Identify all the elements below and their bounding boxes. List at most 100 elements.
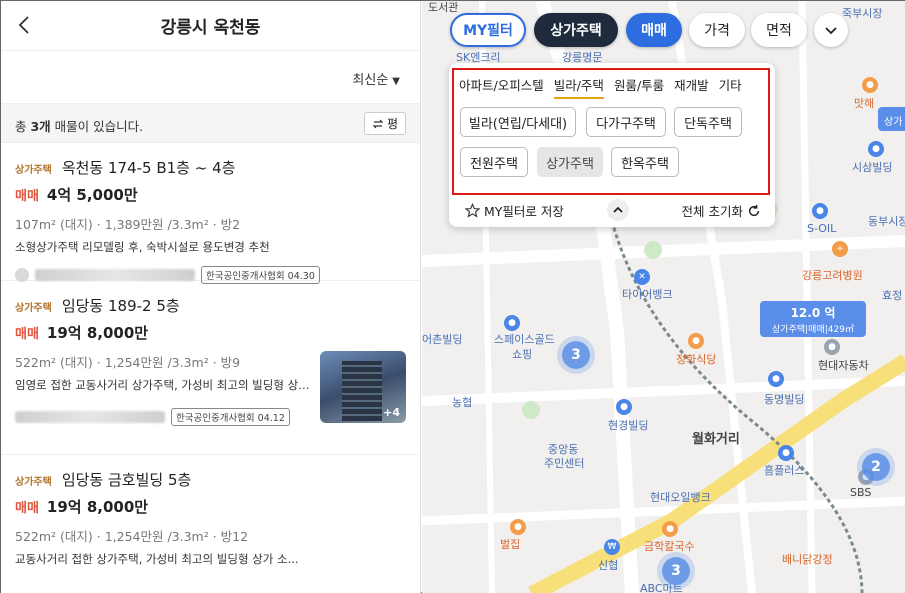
caret-down-icon: ▼	[392, 76, 400, 87]
listing-address: 임당동 금호빌딩 5층	[61, 471, 192, 489]
map-label: 현경빌딩	[608, 419, 649, 432]
area-filter-chip[interactable]: 면적	[751, 13, 807, 47]
collapse-button[interactable]	[607, 199, 629, 221]
map-label: S-OIL	[807, 222, 837, 235]
pill-commercial-house[interactable]: 상가주택	[537, 147, 603, 177]
pill-multi-family[interactable]: 다가구주택	[586, 107, 666, 137]
reset-all-button[interactable]: 전체 초기화	[682, 201, 761, 220]
sort-dropdown[interactable]: 최신순 ▼	[352, 69, 400, 88]
listing-item[interactable]: 상가주택 임당동 금호빌딩 5층 매매 19억 8,000만 522m² (대지) …	[1, 455, 420, 593]
listing-cluster[interactable]: 2	[862, 453, 890, 481]
pill-hanok[interactable]: 한옥주택	[611, 147, 679, 177]
map-label: 도서관	[428, 1, 459, 14]
listing-desc: 교동사거리 접한 상가주택, 가성비 최고의 빌딩형 상가 소...	[15, 552, 299, 566]
page-title: 강릉시 옥천동	[160, 18, 261, 38]
map-label: 월화거리	[692, 432, 740, 447]
chevron-down-icon	[825, 27, 837, 35]
map-label: 현대오일뱅크	[650, 491, 711, 504]
my-filter-chip[interactable]: MY필터	[450, 13, 526, 47]
association-badge: 한국공인중개사협회 04.12	[171, 408, 290, 426]
listing-tag: 상가주택	[15, 303, 52, 314]
map-label: 맛해	[854, 97, 875, 110]
refresh-icon	[748, 204, 760, 216]
shopping-icon[interactable]: ●	[778, 445, 794, 461]
panel-header: 강릉시 옥천동	[1, 1, 420, 51]
hospital-icon[interactable]: +	[832, 241, 848, 257]
building-icon[interactable]: ●	[868, 141, 884, 157]
restaurant-icon[interactable]: ●	[662, 521, 678, 537]
map-label: 시삼빌딩	[852, 161, 893, 174]
building-icon[interactable]: ●	[504, 315, 520, 331]
listing-cluster[interactable]: 3	[562, 341, 590, 369]
restaurant-icon[interactable]: ●	[510, 519, 526, 535]
listing-photo[interactable]: +4	[320, 351, 406, 423]
trade-type-chip[interactable]: 매매	[626, 13, 682, 47]
map-view[interactable]: 도서관 SK엔크리 강릉명문 죽부시장 맛해 시삼빌딩 S-OIL 동부시장 강…	[422, 1, 905, 593]
price-filter-chip[interactable]: 가격	[689, 13, 745, 47]
bank-icon[interactable]: ₩	[604, 539, 620, 555]
map-label: 배니닭강정	[782, 553, 833, 566]
building-icon[interactable]: ●	[768, 371, 784, 387]
agent-name-blurred	[15, 411, 165, 423]
listing-item[interactable]: 상가주택 임당동 189-2 5층 매매 19억 8,000만 522m² (대지)…	[1, 281, 420, 455]
price-marker-edge[interactable]: 상가	[878, 107, 905, 131]
map-label: 동부시장	[868, 215, 905, 228]
listing-item[interactable]: 상가주택 옥천동 174-5 B1층 ~ 4층 매매 4억 5,000만 107m²…	[1, 143, 420, 284]
deal-type: 매매	[15, 327, 39, 342]
tab-villa-house[interactable]: 빌라/주택	[553, 75, 604, 99]
map-label: 강릉고려병원	[802, 269, 863, 282]
map-label: 신협	[598, 559, 619, 572]
map-label: 금학칼국수	[644, 540, 695, 553]
park-dot	[522, 401, 540, 419]
pill-villa[interactable]: 빌라(연립/다세대)	[460, 107, 576, 137]
listing-cluster[interactable]: 3	[662, 557, 690, 585]
deal-type: 매매	[15, 189, 39, 204]
listing-desc: 임영로 접한 교동사거리 상가주택, 가성비 최고의 빌딩형 상가...	[15, 378, 310, 392]
property-type-chip[interactable]: 상가주택	[534, 13, 618, 47]
save-my-filter-button[interactable]: MY필터로 저장	[465, 201, 564, 220]
listing-spec: 522m² (대지) · 1,254만원 /3.3m² · 방12	[15, 529, 249, 544]
map-label: 농협	[452, 396, 473, 409]
sort-row: 최신순 ▼	[1, 51, 420, 103]
listing-address: 임당동 189-2 5층	[61, 297, 180, 315]
map-label: SBS	[850, 486, 872, 499]
result-count: 총 3개 매물이 있습니다.	[15, 119, 144, 134]
listing-panel: 강릉시 옥천동 최신순 ▼ 총 3개 매물이 있습니다. 평 상가주택 옥천동 17…	[1, 1, 421, 593]
map-label: 스페이스골드	[494, 333, 555, 346]
listing-tag: 상가주택	[15, 165, 52, 176]
listing-desc: 소형상가주택 리모델링 후, 숙박시설로 용도변경 추천	[15, 240, 270, 254]
tab-apartment[interactable]: 아파트/오피스텔	[459, 75, 544, 99]
category-tabs: 아파트/오피스텔 빌라/주택 원룸/투룸 재개발 기타	[459, 75, 742, 99]
car-icon[interactable]: ●	[824, 339, 840, 355]
tab-oneroom[interactable]: 원룸/투룸	[614, 75, 664, 99]
deal-type: 매매	[15, 501, 39, 516]
restaurant-icon[interactable]: ●	[688, 333, 704, 349]
building-icon[interactable]: ●	[616, 399, 632, 415]
map-label: 주민센터	[544, 457, 585, 470]
tire-icon[interactable]: ✕	[634, 269, 650, 285]
photo-count: +4	[383, 406, 400, 419]
restaurant-icon[interactable]: ●	[862, 77, 878, 93]
price-marker[interactable]: 12.0 억 상가주택|매매|429㎡	[760, 301, 866, 337]
pill-detached[interactable]: 단독주택	[674, 107, 742, 137]
agent-name-blurred	[35, 269, 195, 281]
tab-redevelop[interactable]: 재개발	[674, 75, 709, 99]
more-filters-button[interactable]	[814, 13, 848, 47]
map-label: 쇼핑	[512, 348, 533, 361]
map-label: 현대자동차	[818, 359, 869, 372]
listing-spec: 107m² (대지) · 1,389만원 /3.3m² · 방2	[15, 217, 241, 232]
listing-address: 옥천동 174-5 B1층 ~ 4층	[61, 159, 236, 177]
chevron-up-icon	[613, 206, 623, 213]
listing-price: 4억 5,000만	[46, 186, 138, 204]
gas-station-icon[interactable]: ●	[812, 203, 828, 219]
sort-label: 최신순	[352, 73, 389, 88]
map-label: 흠플러스	[764, 464, 805, 477]
swap-icon	[372, 119, 384, 128]
agent-avatar	[15, 268, 29, 282]
unit-toggle-button[interactable]: 평	[364, 112, 406, 135]
pill-country-house[interactable]: 전원주택	[460, 147, 528, 177]
map-label: 어촌빌딩	[422, 333, 463, 346]
dropdown-footer: MY필터로 저장 전체 초기화	[449, 195, 775, 227]
tab-etc[interactable]: 기타	[719, 75, 742, 99]
listing-price: 19억 8,000만	[46, 498, 149, 516]
